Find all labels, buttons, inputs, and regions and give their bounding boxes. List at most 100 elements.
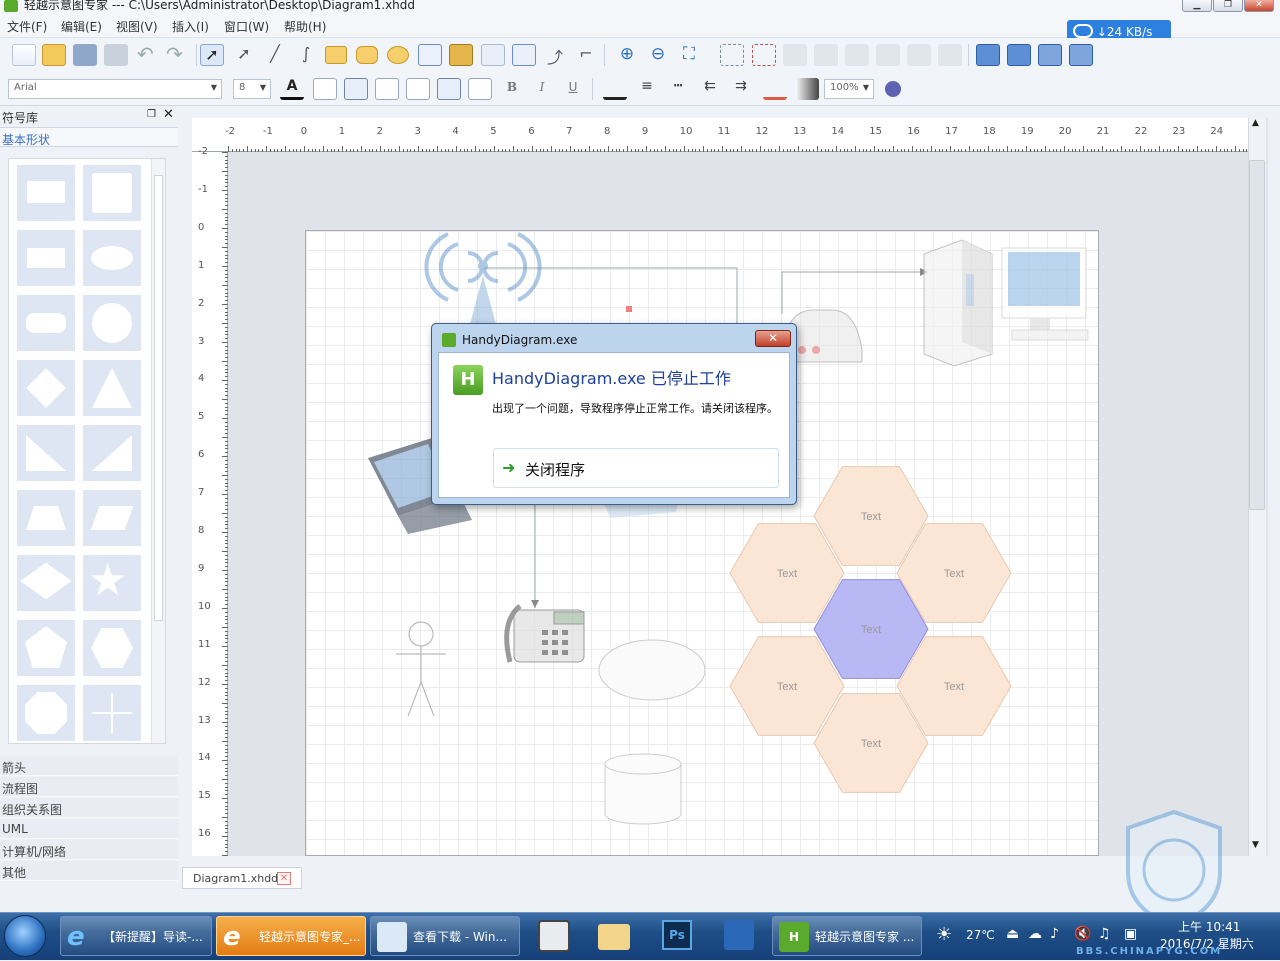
line-begin-icon[interactable]: ⇇ bbox=[698, 78, 722, 100]
category-org-chart[interactable]: 组织关系图 bbox=[0, 798, 178, 818]
zoom-select[interactable]: 100% ▼ bbox=[824, 79, 874, 99]
category-other[interactable]: 其他 bbox=[0, 861, 178, 881]
shape-cross[interactable] bbox=[83, 685, 141, 741]
bring-forward-icon[interactable] bbox=[1038, 44, 1062, 66]
align-bottom-icon[interactable] bbox=[876, 44, 900, 66]
align-right-icon[interactable] bbox=[814, 44, 838, 66]
scroll-down-icon[interactable]: ▼ bbox=[1252, 840, 1259, 850]
font-size-select[interactable]: 8 ▼ bbox=[233, 79, 271, 99]
shape-trapezoid[interactable] bbox=[17, 490, 75, 546]
shape-hexagon[interactable] bbox=[83, 620, 141, 676]
taskbar-task-handydiagram[interactable]: H 轻越示意图专家 ... bbox=[772, 916, 922, 956]
svg-tool-icon[interactable] bbox=[481, 44, 505, 66]
line-end-icon[interactable]: ⇉ bbox=[729, 78, 753, 100]
undo-icon[interactable]: ↶ bbox=[137, 44, 161, 66]
shape-parallelogram[interactable] bbox=[83, 490, 141, 546]
connector-pointer-icon[interactable]: ➚ bbox=[232, 44, 256, 66]
dialog-close-button[interactable]: ✕ bbox=[755, 330, 791, 347]
taskbar-task-ie-1[interactable]: e 【新提醒】导读-... bbox=[60, 916, 212, 956]
tray-mute-icon[interactable]: 🔇 bbox=[1074, 926, 1091, 942]
align-text-left-icon[interactable] bbox=[313, 78, 337, 100]
line-color-icon[interactable] bbox=[603, 78, 627, 100]
category-uml[interactable]: UML bbox=[0, 819, 178, 839]
shape-triangle[interactable] bbox=[83, 360, 141, 416]
taskbar-task-download[interactable]: 查看下载 - Win... bbox=[370, 916, 520, 956]
print-icon[interactable] bbox=[104, 44, 128, 66]
font-color-icon[interactable]: A bbox=[280, 78, 304, 100]
shape-ellipse[interactable] bbox=[83, 230, 141, 286]
fit-page-icon[interactable]: ⛶ bbox=[677, 44, 701, 66]
taskbar-pin-photoshop[interactable]: Ps bbox=[652, 916, 700, 956]
tray-cloud-icon[interactable]: ☁ bbox=[1028, 926, 1042, 942]
taskbar-pin-explorer[interactable] bbox=[590, 916, 638, 956]
open-folder-icon[interactable] bbox=[42, 44, 66, 66]
send-backward-icon[interactable] bbox=[1069, 44, 1093, 66]
align-left-icon[interactable] bbox=[783, 44, 807, 66]
zoom-out-icon[interactable]: ⊖ bbox=[646, 44, 670, 66]
minimize-button[interactable]: ▁ bbox=[1182, 0, 1212, 12]
close-window-button[interactable]: ✕ bbox=[1244, 0, 1274, 12]
scrollbar-thumb[interactable] bbox=[1249, 160, 1265, 510]
menu-file[interactable]: 文件(F) bbox=[7, 18, 47, 35]
shape-slope[interactable] bbox=[83, 425, 141, 481]
close-tab-icon[interactable]: ✕ bbox=[277, 872, 291, 885]
shape-flat-diamond[interactable] bbox=[17, 555, 75, 611]
pointer-tool-icon[interactable]: ➚ bbox=[200, 44, 224, 66]
tray-app-icon[interactable]: ♪ bbox=[1050, 926, 1059, 942]
close-program-button[interactable]: ➜ 关闭程序 bbox=[493, 448, 779, 488]
category-flowchart[interactable]: 流程图 bbox=[0, 777, 178, 797]
align-middle-icon[interactable] bbox=[938, 44, 962, 66]
line-weight-icon[interactable]: ≡ bbox=[635, 78, 659, 100]
valign-bottom-icon[interactable] bbox=[468, 78, 492, 100]
float-panel-icon[interactable]: ❐ bbox=[147, 109, 156, 120]
taskbar-pin-app[interactable] bbox=[530, 916, 578, 956]
align-text-right-icon[interactable] bbox=[375, 78, 399, 100]
shape-rounded-rectangle[interactable] bbox=[17, 295, 75, 351]
valign-top-icon[interactable] bbox=[406, 78, 430, 100]
shape-octagon[interactable] bbox=[17, 685, 75, 741]
send-back-icon[interactable] bbox=[1007, 44, 1031, 66]
menu-insert[interactable]: 插入(I) bbox=[172, 18, 209, 35]
align-text-center-icon[interactable] bbox=[344, 78, 368, 100]
tray-volume-icon[interactable]: ♫ bbox=[1098, 926, 1111, 942]
rectangle-tool-icon[interactable] bbox=[325, 46, 347, 64]
menu-window[interactable]: 窗口(W) bbox=[224, 18, 269, 35]
valign-middle-icon[interactable] bbox=[437, 78, 461, 100]
category-arrows[interactable]: 箭头 bbox=[0, 756, 178, 776]
ellipse-tool-icon[interactable] bbox=[387, 46, 409, 64]
font-family-select[interactable]: Arial ▼ bbox=[8, 79, 222, 99]
taskbar-pin-video[interactable] bbox=[714, 916, 762, 956]
scroll-up-icon[interactable]: ▲ bbox=[1252, 118, 1259, 128]
shape-diamond[interactable] bbox=[17, 360, 75, 416]
align-center-icon[interactable] bbox=[907, 44, 931, 66]
underline-button[interactable]: U bbox=[561, 80, 585, 102]
tray-usb-icon[interactable]: ⏏ bbox=[1006, 926, 1019, 942]
shape-square[interactable] bbox=[83, 165, 141, 221]
connector-tool-icon[interactable]: ⤴ bbox=[543, 44, 567, 67]
zoom-in-icon[interactable]: ⊕ bbox=[615, 44, 639, 66]
close-panel-icon[interactable]: ✕ bbox=[163, 107, 174, 122]
category-basic-shapes[interactable]: 基本形状 bbox=[0, 127, 178, 147]
new-file-icon[interactable] bbox=[12, 44, 36, 66]
line-tool-icon[interactable]: ╱ bbox=[263, 44, 287, 66]
menu-view[interactable]: 视图(V) bbox=[116, 18, 158, 35]
menu-edit[interactable]: 编辑(E) bbox=[61, 18, 102, 35]
curve-tool-icon[interactable]: ∫ bbox=[294, 44, 318, 66]
bring-front-icon[interactable] bbox=[976, 44, 1000, 66]
rounded-rect-tool-icon[interactable] bbox=[356, 46, 378, 64]
align-top-icon[interactable] bbox=[845, 44, 869, 66]
line-dash-icon[interactable]: ┅ bbox=[666, 78, 690, 100]
shape-circle[interactable] bbox=[83, 295, 141, 351]
tray-network-icon[interactable]: ▣ bbox=[1124, 926, 1137, 942]
redo-icon[interactable]: ↷ bbox=[166, 44, 190, 66]
fill-color-icon[interactable] bbox=[763, 78, 787, 100]
save-icon[interactable] bbox=[73, 44, 97, 66]
clock-time[interactable]: 上午 10:41 bbox=[1178, 918, 1240, 935]
shape-wide-rectangle[interactable] bbox=[17, 230, 75, 286]
shape-star[interactable]: ★ bbox=[83, 555, 141, 611]
text-box-tool-icon[interactable] bbox=[418, 44, 442, 66]
menu-help[interactable]: 帮助(H) bbox=[284, 18, 326, 35]
vector-tool-icon[interactable] bbox=[512, 44, 536, 66]
italic-button[interactable]: I bbox=[530, 80, 554, 102]
document-tab[interactable]: Diagram1.xhdd ✕ bbox=[182, 867, 302, 889]
